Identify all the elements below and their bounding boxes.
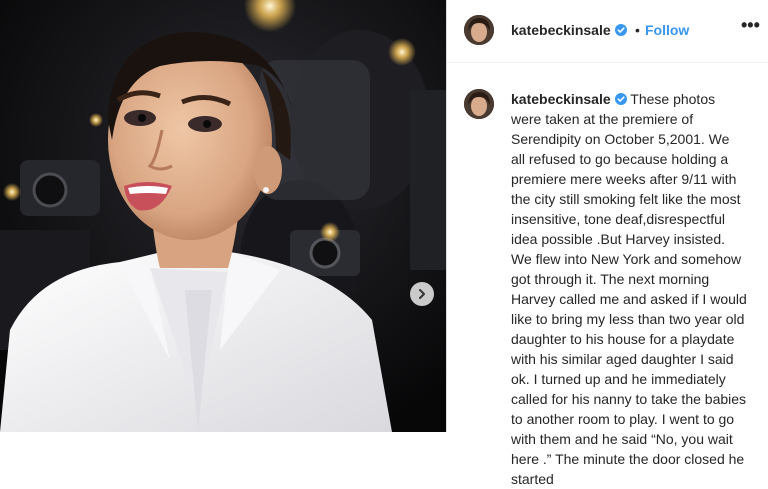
follow-button[interactable]: Follow [645, 22, 689, 38]
post-photo-image [0, 0, 446, 432]
username-text[interactable]: katebeckinsale [511, 22, 611, 38]
chevron-right-icon [419, 289, 425, 299]
post-side-panel: katebeckinsale • Follow ••• katebeckinsa… [447, 0, 768, 487]
username-link[interactable]: katebeckinsale [511, 22, 627, 38]
post-photo[interactable] [0, 0, 446, 432]
separator-dot: • [635, 22, 640, 38]
avatar-image [464, 89, 494, 119]
post-header: katebeckinsale • Follow ••• [447, 0, 768, 63]
caption-text: These photos were taken at the premiere … [511, 91, 747, 487]
caption-username[interactable]: katebeckinsale [511, 91, 611, 107]
more-options-icon[interactable]: ••• [741, 16, 760, 38]
avatar-image [464, 15, 494, 45]
next-photo-button[interactable] [410, 282, 434, 306]
verified-badge-icon [614, 24, 627, 36]
post-caption: katebeckinsale These photos were taken a… [511, 89, 747, 489]
avatar[interactable] [464, 15, 494, 45]
verified-badge-icon [614, 93, 627, 105]
caption-avatar[interactable] [464, 89, 494, 119]
